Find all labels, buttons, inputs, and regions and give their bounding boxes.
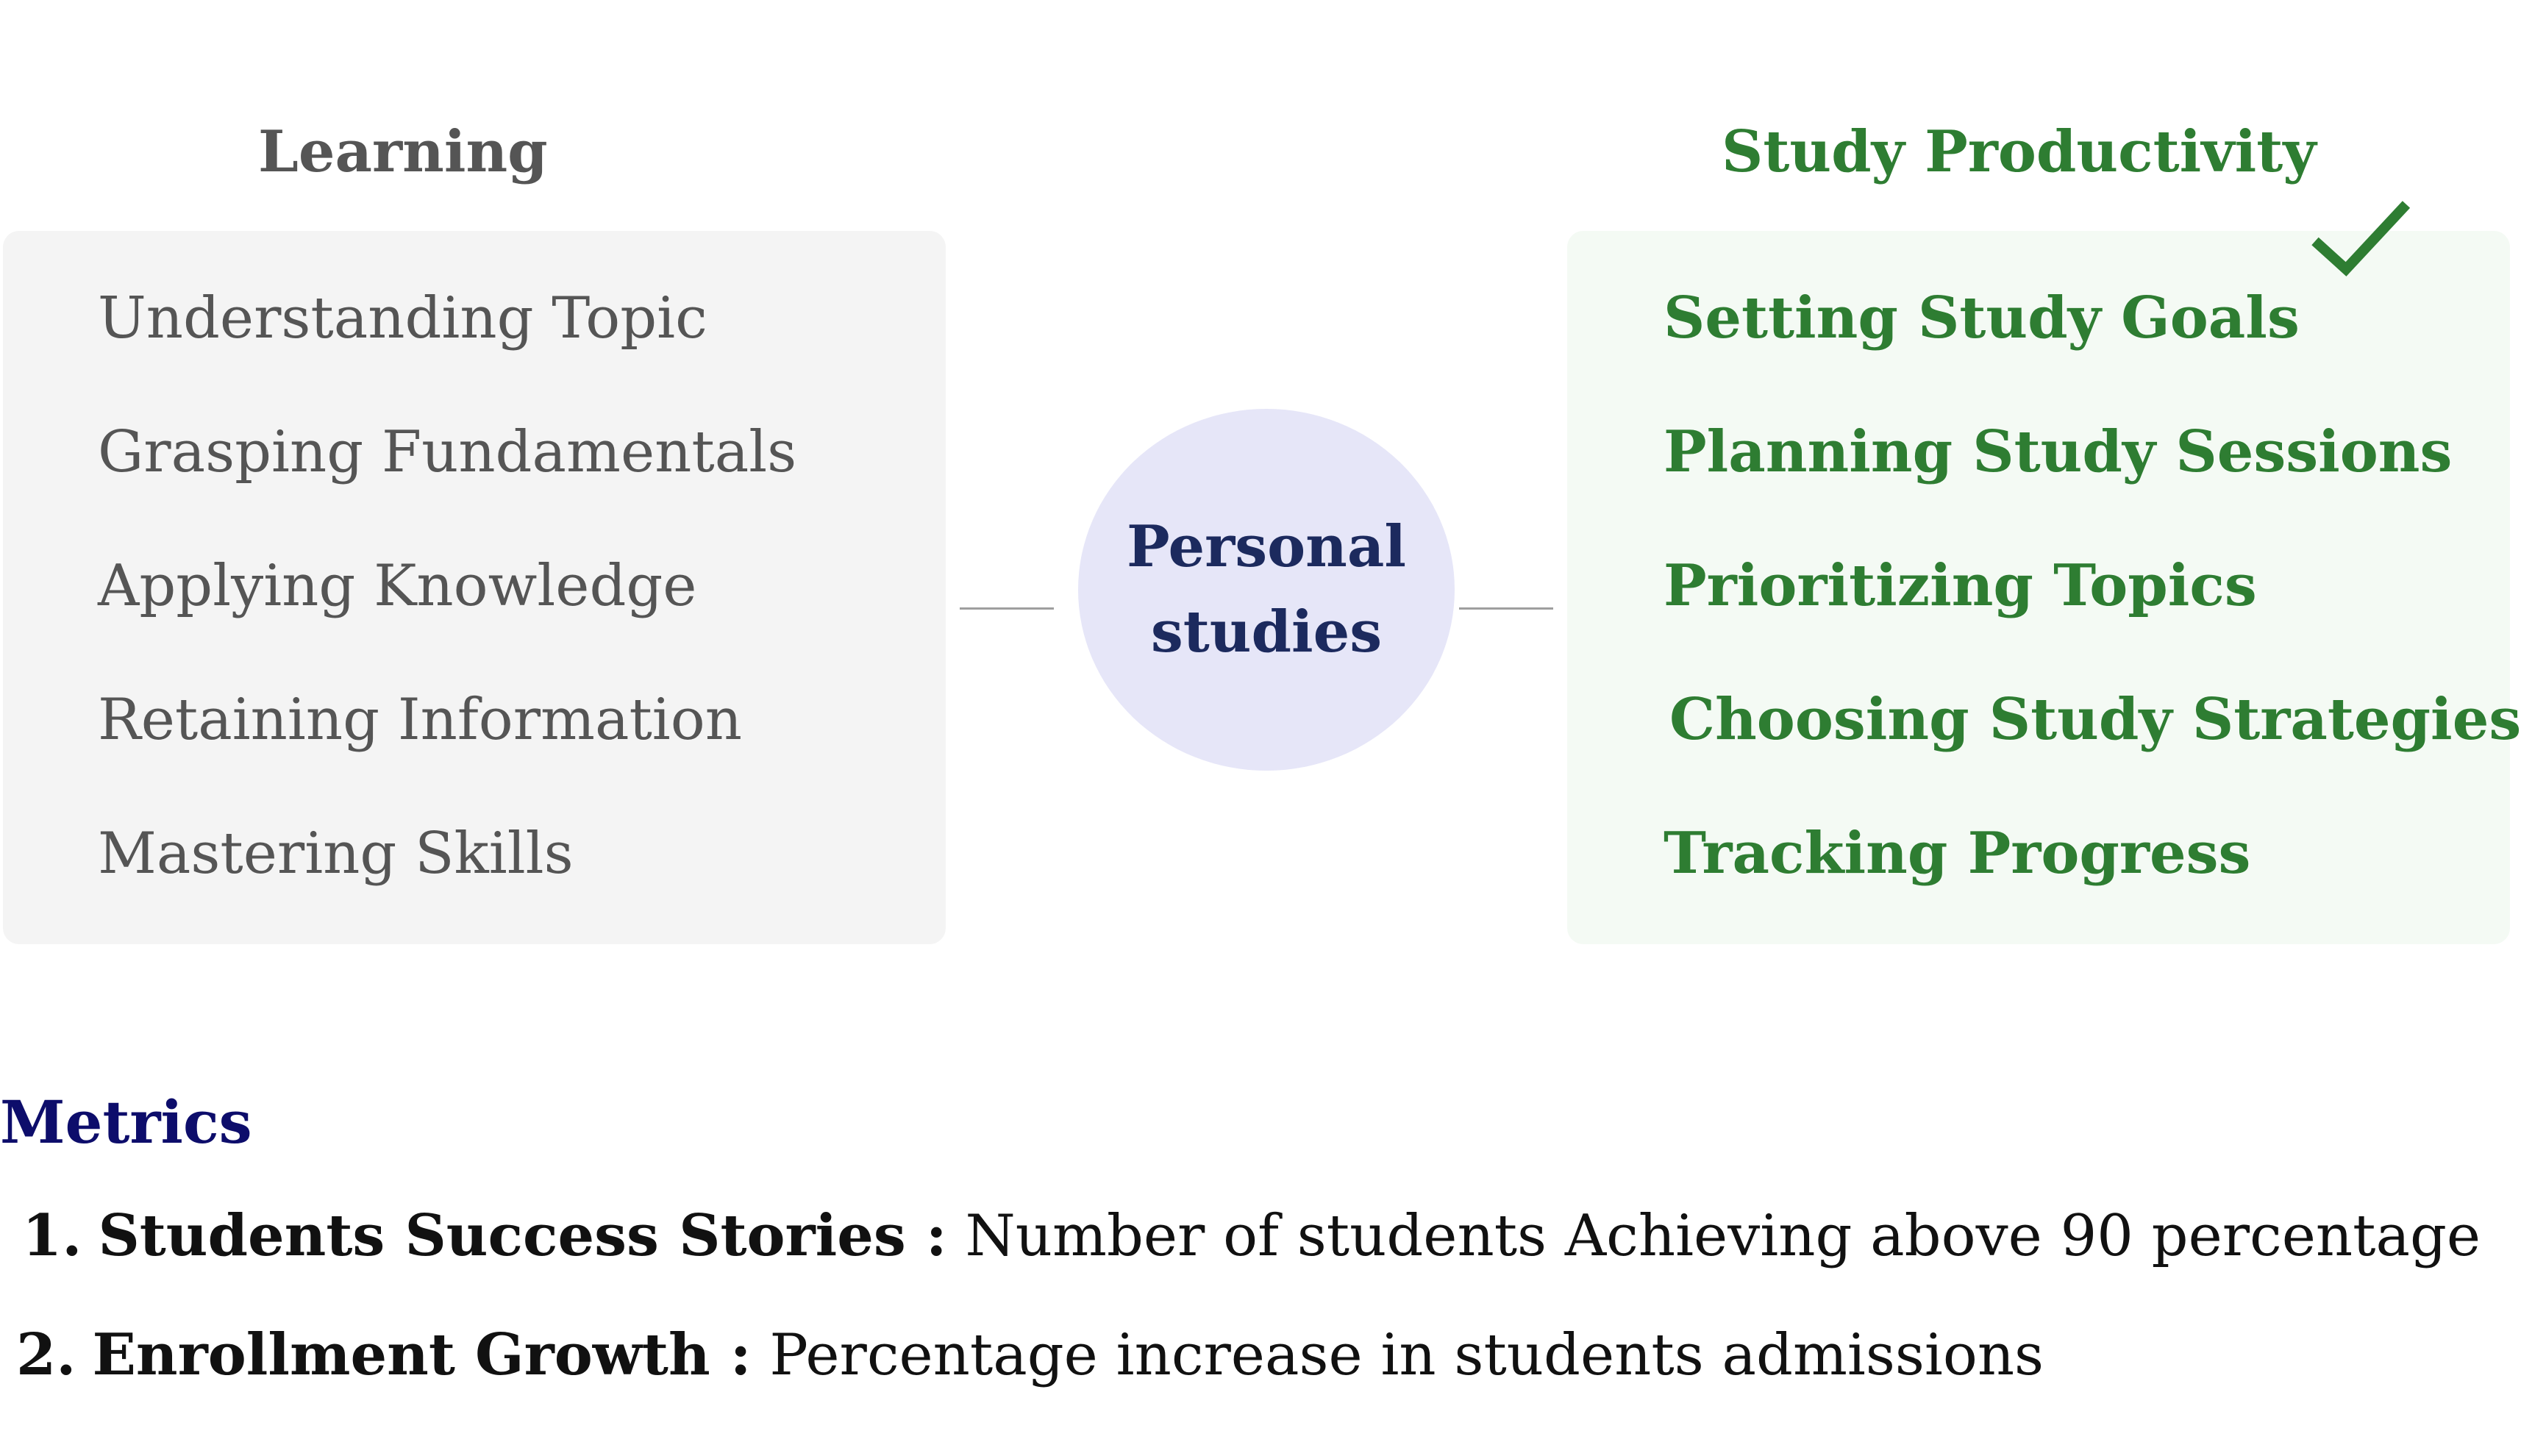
study-productivity-heading: Study Productivity bbox=[1722, 118, 2317, 185]
checkmark-icon bbox=[2311, 201, 2411, 276]
left-connector-line bbox=[960, 607, 1054, 610]
productivity-item: Prioritizing Topics bbox=[1664, 552, 2257, 619]
metric-description: Number of students Achieving above 90 pe… bbox=[946, 1203, 2481, 1269]
learning-heading: Learning bbox=[258, 118, 548, 185]
productivity-item: Choosing Study Strategies bbox=[1669, 686, 2521, 753]
right-connector-line bbox=[1459, 607, 1553, 610]
learning-item: Understanding Topic bbox=[98, 285, 707, 351]
personal-studies-node: Personal studies bbox=[1078, 409, 1455, 771]
metric-number: 2. bbox=[16, 1321, 76, 1388]
metric-item: 1. Students Success Stories : Number of s… bbox=[22, 1207, 2481, 1266]
metric-number: 1. bbox=[22, 1202, 82, 1269]
learning-item: Mastering Skills bbox=[98, 821, 574, 887]
metric-item: 2. Enrollment Growth : Percentage increas… bbox=[16, 1327, 2044, 1385]
metric-label: Students Success Stories : bbox=[98, 1202, 947, 1269]
productivity-item: Tracking Progress bbox=[1664, 820, 2251, 887]
learning-item: Grasping Fundamentals bbox=[98, 419, 797, 485]
center-node-line-2: studies bbox=[1150, 599, 1383, 665]
center-node-line-1: Personal bbox=[1126, 513, 1407, 580]
learning-panel: Understanding Topic Grasping Fundamental… bbox=[3, 231, 946, 944]
metric-description: Percentage increase in students admissio… bbox=[751, 1322, 2044, 1388]
study-productivity-panel: Setting Study Goals Planning Study Sessi… bbox=[1567, 231, 2521, 944]
learning-item: Applying Knowledge bbox=[98, 553, 697, 619]
metrics-title: Metrics bbox=[0, 1088, 252, 1157]
metric-label: Enrollment Growth : bbox=[92, 1321, 752, 1388]
productivity-item: Setting Study Goals bbox=[1664, 285, 2300, 351]
productivity-item: Planning Study Sessions bbox=[1664, 418, 2453, 485]
learning-item: Retaining Information bbox=[98, 687, 742, 753]
